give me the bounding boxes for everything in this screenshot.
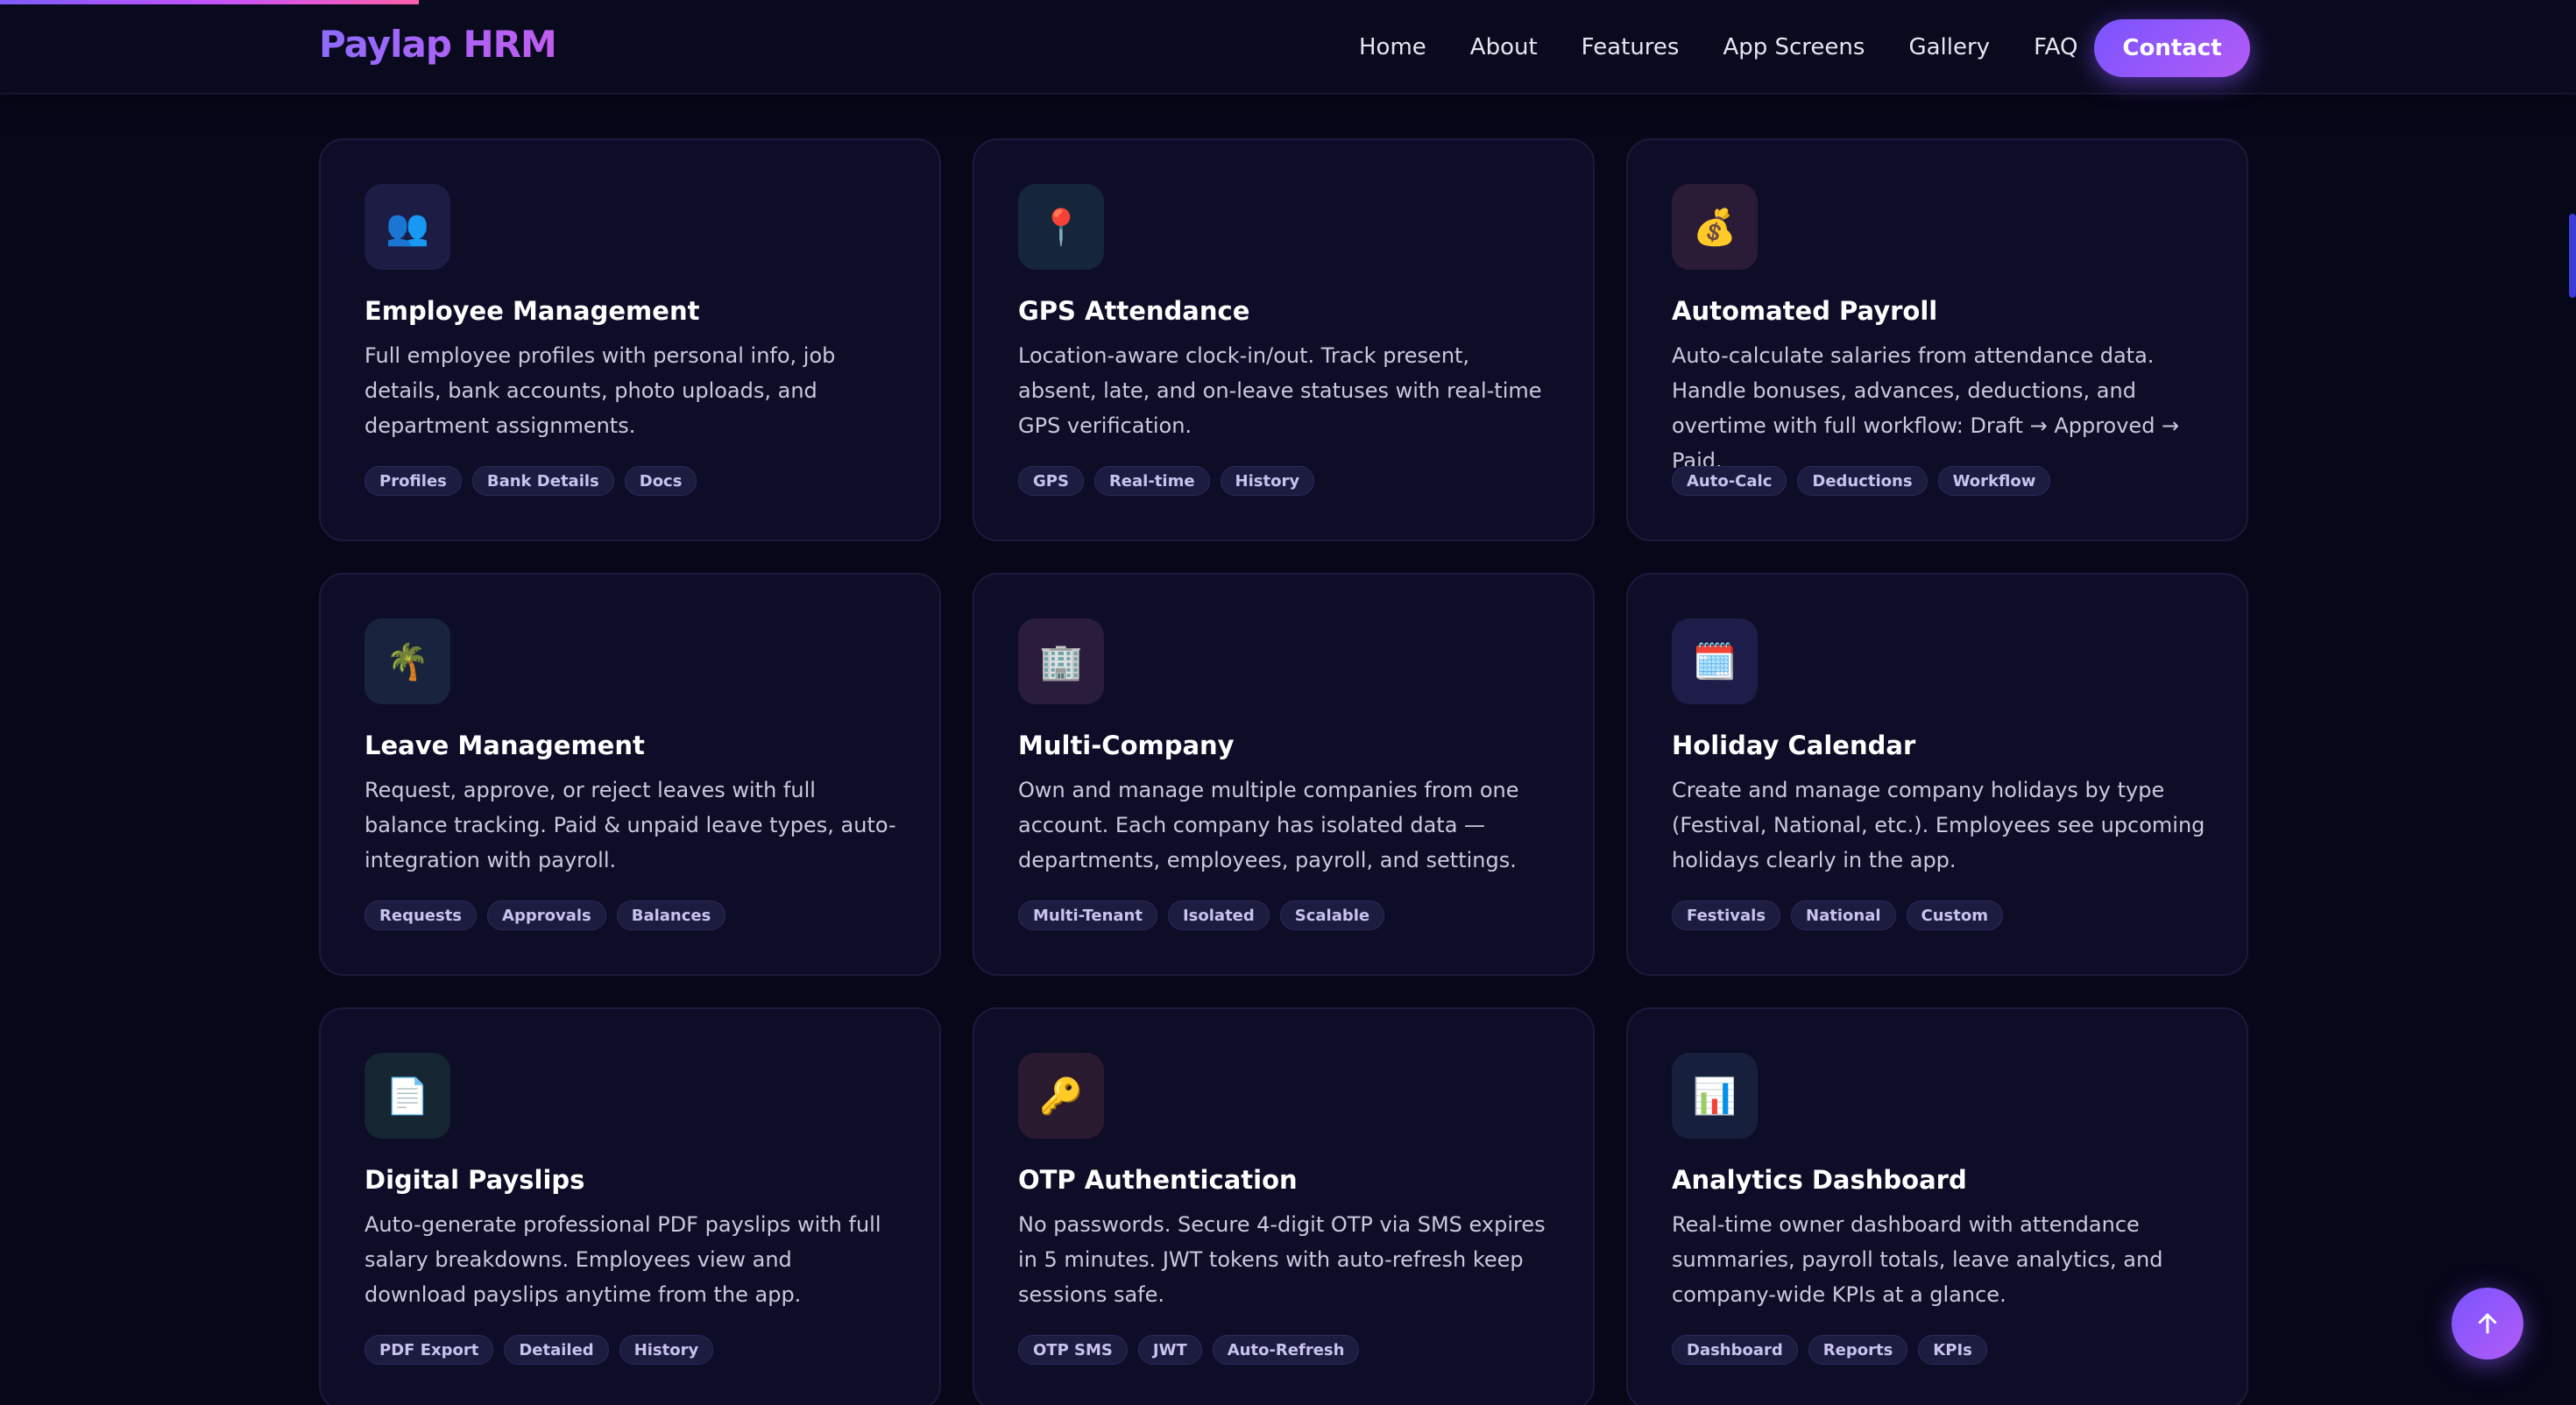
feature-tags: Requests Approvals Balances: [364, 900, 736, 930]
pin-icon: 📍: [1018, 184, 1104, 270]
feature-tag: Profiles: [364, 466, 462, 496]
scroll-progress-bar: [0, 0, 419, 4]
feature-tags: GPS Real-time History: [1018, 466, 1325, 496]
feature-card: 🗓️ Holiday Calendar Create and manage comp…: [1626, 573, 2248, 976]
feature-tags: Multi-Tenant Isolated Scalable: [1018, 900, 1395, 930]
feature-description: Auto-generate professional PDF payslips …: [364, 1212, 881, 1307]
nav-link-home[interactable]: Home: [1359, 34, 1426, 60]
feature-card: 🔑 OTP Authentication No passwords. Secure …: [973, 1007, 1595, 1405]
feature-card: 📍 GPS Attendance Location-aware clock-in/o…: [973, 138, 1595, 541]
feature-title: OTP Authentication: [1018, 1165, 1298, 1195]
feature-card: 📄 Digital Payslips Auto-generate professio…: [319, 1007, 941, 1405]
feature-tag: GPS: [1018, 466, 1084, 496]
scrollbar-thumb[interactable]: [2569, 214, 2576, 298]
feature-tag: Auto-Calc: [1672, 466, 1787, 496]
feature-description: No passwords. Secure 4-digit OTP via SMS…: [1018, 1212, 1546, 1307]
feature-tag: Workflow: [1937, 466, 2051, 496]
feature-tag: JWT: [1137, 1335, 1202, 1365]
feature-tag: History: [619, 1335, 714, 1365]
contact-button[interactable]: Contact: [2094, 19, 2250, 77]
feature-tag: KPIs: [1918, 1335, 1987, 1365]
feature-tag: National: [1791, 900, 1896, 930]
feature-card: 🏢 Multi-Company Own and manage multiple co…: [973, 573, 1595, 976]
feature-card: 📊 Analytics Dashboard Real-time owner dash…: [1626, 1007, 2248, 1405]
feature-description: Own and manage multiple companies from o…: [1018, 778, 1519, 872]
feature-description: Real-time owner dashboard with attendanc…: [1672, 1212, 2163, 1307]
feature-title: Digital Payslips: [364, 1165, 585, 1195]
feature-tag: Multi-Tenant: [1018, 900, 1157, 930]
feature-title: Multi-Company: [1018, 731, 1235, 760]
feature-tag: OTP SMS: [1018, 1335, 1128, 1365]
feature-tag: Deductions: [1797, 466, 1928, 496]
feature-title: Holiday Calendar: [1672, 731, 1916, 760]
feature-tags: PDF Export Detailed History: [364, 1335, 724, 1365]
money-bag-icon: 💰: [1672, 184, 1758, 270]
nav-link-app-screens[interactable]: App Screens: [1723, 34, 1865, 60]
feature-card: 👥 Employee Management Full employee profil…: [319, 138, 941, 541]
key-icon: 🔑: [1018, 1053, 1104, 1139]
feature-tag: Docs: [624, 466, 697, 496]
feature-description: Auto-calculate salaries from attendance …: [1672, 343, 2180, 473]
feature-tag: Balances: [616, 900, 726, 930]
feature-tag: Isolated: [1167, 900, 1270, 930]
brand-logo[interactable]: Paylap HRM: [319, 23, 557, 66]
nav-link-gallery[interactable]: Gallery: [1908, 34, 1990, 60]
feature-tag: Requests: [364, 900, 478, 930]
features-grid: 👥 Employee Management Full employee profil…: [319, 138, 2248, 1405]
feature-tag: Scalable: [1279, 900, 1385, 930]
building-icon: 🏢: [1018, 618, 1104, 704]
feature-tags: Profiles Bank Details Docs: [364, 466, 707, 496]
feature-tag: Dashboard: [1672, 1335, 1798, 1365]
feature-tag: Real-time: [1093, 466, 1210, 496]
feature-tag: PDF Export: [364, 1335, 494, 1365]
arrow-up-icon: [2478, 1313, 2497, 1334]
feature-tag: Auto-Refresh: [1212, 1335, 1360, 1365]
main-nav: Home About Features App Screens Gallery …: [1359, 0, 2121, 95]
feature-tags: OTP SMS JWT Auto-Refresh: [1018, 1335, 1369, 1365]
back-to-top-button[interactable]: [2452, 1288, 2523, 1359]
people-icon: 👥: [364, 184, 450, 270]
site-header: Paylap HRM Home About Features App Scree…: [0, 0, 2576, 95]
feature-tag: Custom: [1906, 900, 2003, 930]
feature-description: Request, approve, or reject leaves with …: [364, 778, 896, 872]
nav-link-features[interactable]: Features: [1582, 34, 1680, 60]
feature-tags: Festivals National Custom: [1672, 900, 2013, 930]
feature-tag: Bank Details: [471, 466, 614, 496]
feature-description: Create and manage company holidays by ty…: [1672, 778, 2205, 872]
calendar-icon: 🗓️: [1672, 618, 1758, 704]
nav-link-about[interactable]: About: [1470, 34, 1538, 60]
feature-card: 💰 Automated Payroll Auto-calculate salarie…: [1626, 138, 2248, 541]
nav-link-faq[interactable]: FAQ: [2034, 34, 2077, 60]
bar-chart-icon: 📊: [1672, 1053, 1758, 1139]
feature-tag: Festivals: [1672, 900, 1781, 930]
feature-title: Automated Payroll: [1672, 296, 1938, 326]
feature-title: Employee Management: [364, 296, 700, 326]
feature-tag: History: [1220, 466, 1315, 496]
feature-card: 🌴 Leave Management Request, approve, or re…: [319, 573, 941, 976]
feature-tags: Dashboard Reports KPIs: [1672, 1335, 1998, 1365]
feature-title: Leave Management: [364, 731, 645, 760]
feature-title: GPS Attendance: [1018, 296, 1250, 326]
document-icon: 📄: [364, 1053, 450, 1139]
feature-tags: Auto-Calc Deductions Workflow: [1672, 466, 2061, 496]
palm-tree-icon: 🌴: [364, 618, 450, 704]
feature-tag: Reports: [1808, 1335, 1908, 1365]
feature-tag: Detailed: [504, 1335, 609, 1365]
feature-title: Analytics Dashboard: [1672, 1165, 1967, 1195]
feature-description: Full employee profiles with personal inf…: [364, 343, 836, 438]
feature-description: Location-aware clock-in/out. Track prese…: [1018, 343, 1542, 438]
feature-tag: Approvals: [487, 900, 606, 930]
